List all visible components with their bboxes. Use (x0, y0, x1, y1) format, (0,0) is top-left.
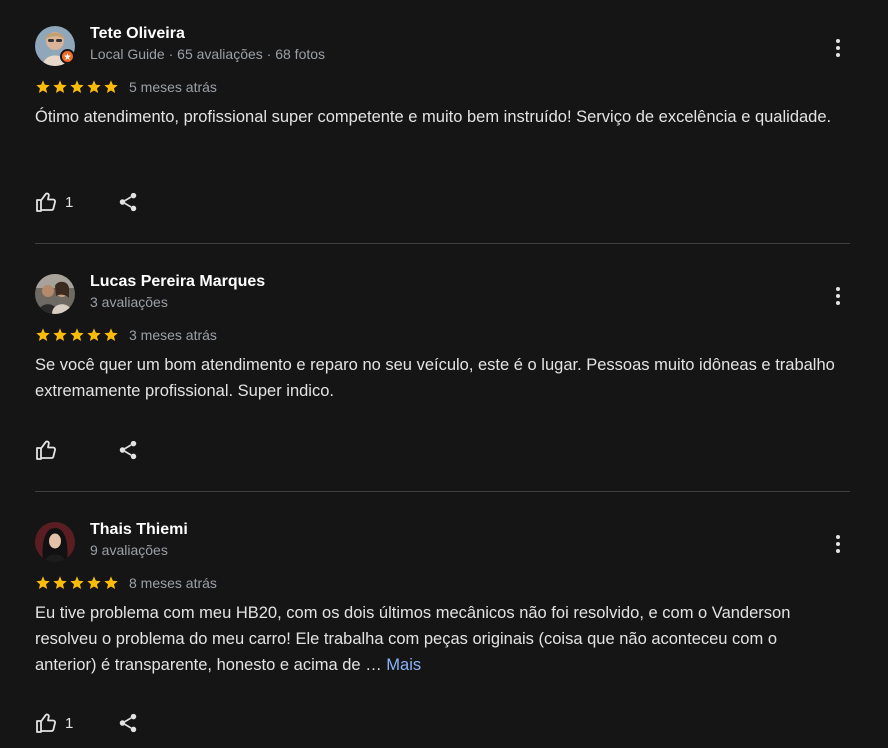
reviewer-avatar[interactable] (35, 274, 75, 314)
reviewer-meta: Local Guide · 65 avaliações · 68 fotos (90, 46, 326, 62)
star-icon (36, 576, 50, 589)
star-icon (53, 80, 67, 93)
share-icon (119, 192, 137, 212)
more-options-button[interactable] (826, 520, 850, 568)
review-header: Lucas Pereira Marques 3 avaliações (35, 272, 850, 320)
like-count: 1 (65, 193, 74, 211)
like-button[interactable]: 1 (35, 188, 95, 216)
review-card: Tete Oliveira Local Guide · 65 avaliaçõe… (35, 24, 850, 220)
rating-row: 5 meses atrás (35, 77, 217, 97)
thumb-up-icon (36, 440, 56, 460)
star-icon (53, 328, 67, 341)
reviewer-meta: 9 avaliações (90, 542, 168, 558)
review-age: 5 meses atrás (129, 79, 217, 95)
more-vert-icon-dot (836, 549, 840, 553)
star-icon (36, 80, 50, 93)
review-age: 8 meses atrás (129, 575, 217, 591)
more-vert-icon (836, 39, 840, 43)
review-header: Thais Thiemi 9 avaliações (35, 520, 850, 568)
thumb-up-icon (36, 192, 56, 212)
more-vert-icon-dot (836, 294, 840, 298)
more-vert-icon-dot (836, 53, 840, 57)
star-icon (87, 328, 101, 341)
more-vert-icon (836, 287, 840, 291)
like-count: 1 (65, 714, 74, 732)
local-guide-badge-icon (60, 49, 75, 64)
thumb-up-icon (36, 713, 56, 733)
reviewer-avatar[interactable] (35, 522, 75, 562)
review-card: Lucas Pereira Marques 3 avaliações 3 mes… (35, 272, 850, 468)
star-icon (104, 328, 118, 341)
review-text: Se você quer um bom atendimento e reparo… (35, 352, 835, 404)
review-card: Thais Thiemi 9 avaliações 8 meses atrás … (35, 520, 850, 748)
review-header: Tete Oliveira Local Guide · 65 avaliaçõe… (35, 24, 850, 72)
star-icon (36, 328, 50, 341)
review-actions: 1 (35, 188, 140, 216)
divider (35, 243, 850, 244)
star-icon (70, 80, 84, 93)
star-icon (70, 576, 84, 589)
review-actions: 1 (35, 709, 140, 737)
divider (35, 491, 850, 492)
rating-row: 8 meses atrás (35, 573, 217, 593)
read-more-link[interactable]: Mais (386, 656, 421, 674)
review-age: 3 meses atrás (129, 327, 217, 343)
more-vert-icon-dot (836, 542, 840, 546)
share-button[interactable] (116, 709, 140, 737)
more-vert-icon-dot (836, 301, 840, 305)
star-rating (35, 575, 119, 591)
review-text: Eu tive problema com meu HB20, com os do… (35, 600, 835, 678)
star-icon (53, 576, 67, 589)
star-icon (87, 80, 101, 93)
reviewer-name[interactable]: Tete Oliveira (90, 25, 185, 43)
share-icon (119, 713, 137, 733)
more-vert-icon (836, 535, 840, 539)
more-options-button[interactable] (826, 272, 850, 320)
star-rating (35, 327, 119, 343)
review-actions (35, 436, 140, 464)
star-rating (35, 79, 119, 95)
like-button[interactable] (35, 436, 95, 464)
more-vert-icon-dot (836, 46, 840, 50)
like-button[interactable]: 1 (35, 709, 95, 737)
star-icon (87, 576, 101, 589)
star-icon (104, 80, 118, 93)
more-options-button[interactable] (826, 24, 850, 72)
review-body: Ótimo atendimento, profissional super co… (35, 108, 832, 126)
review-text: Ótimo atendimento, profissional super co… (35, 104, 835, 130)
reviewer-name[interactable]: Lucas Pereira Marques (90, 273, 265, 291)
reviewer-name[interactable]: Thais Thiemi (90, 521, 188, 539)
star-icon (104, 576, 118, 589)
rating-row: 3 meses atrás (35, 325, 217, 345)
share-icon (119, 440, 137, 460)
share-button[interactable] (116, 188, 140, 216)
star-icon (70, 328, 84, 341)
reviews-list: Tete Oliveira Local Guide · 65 avaliaçõe… (0, 0, 888, 748)
share-button[interactable] (116, 436, 140, 464)
reviewer-meta: 3 avaliações (90, 294, 168, 310)
review-body: Se você quer um bom atendimento e reparo… (35, 356, 835, 400)
